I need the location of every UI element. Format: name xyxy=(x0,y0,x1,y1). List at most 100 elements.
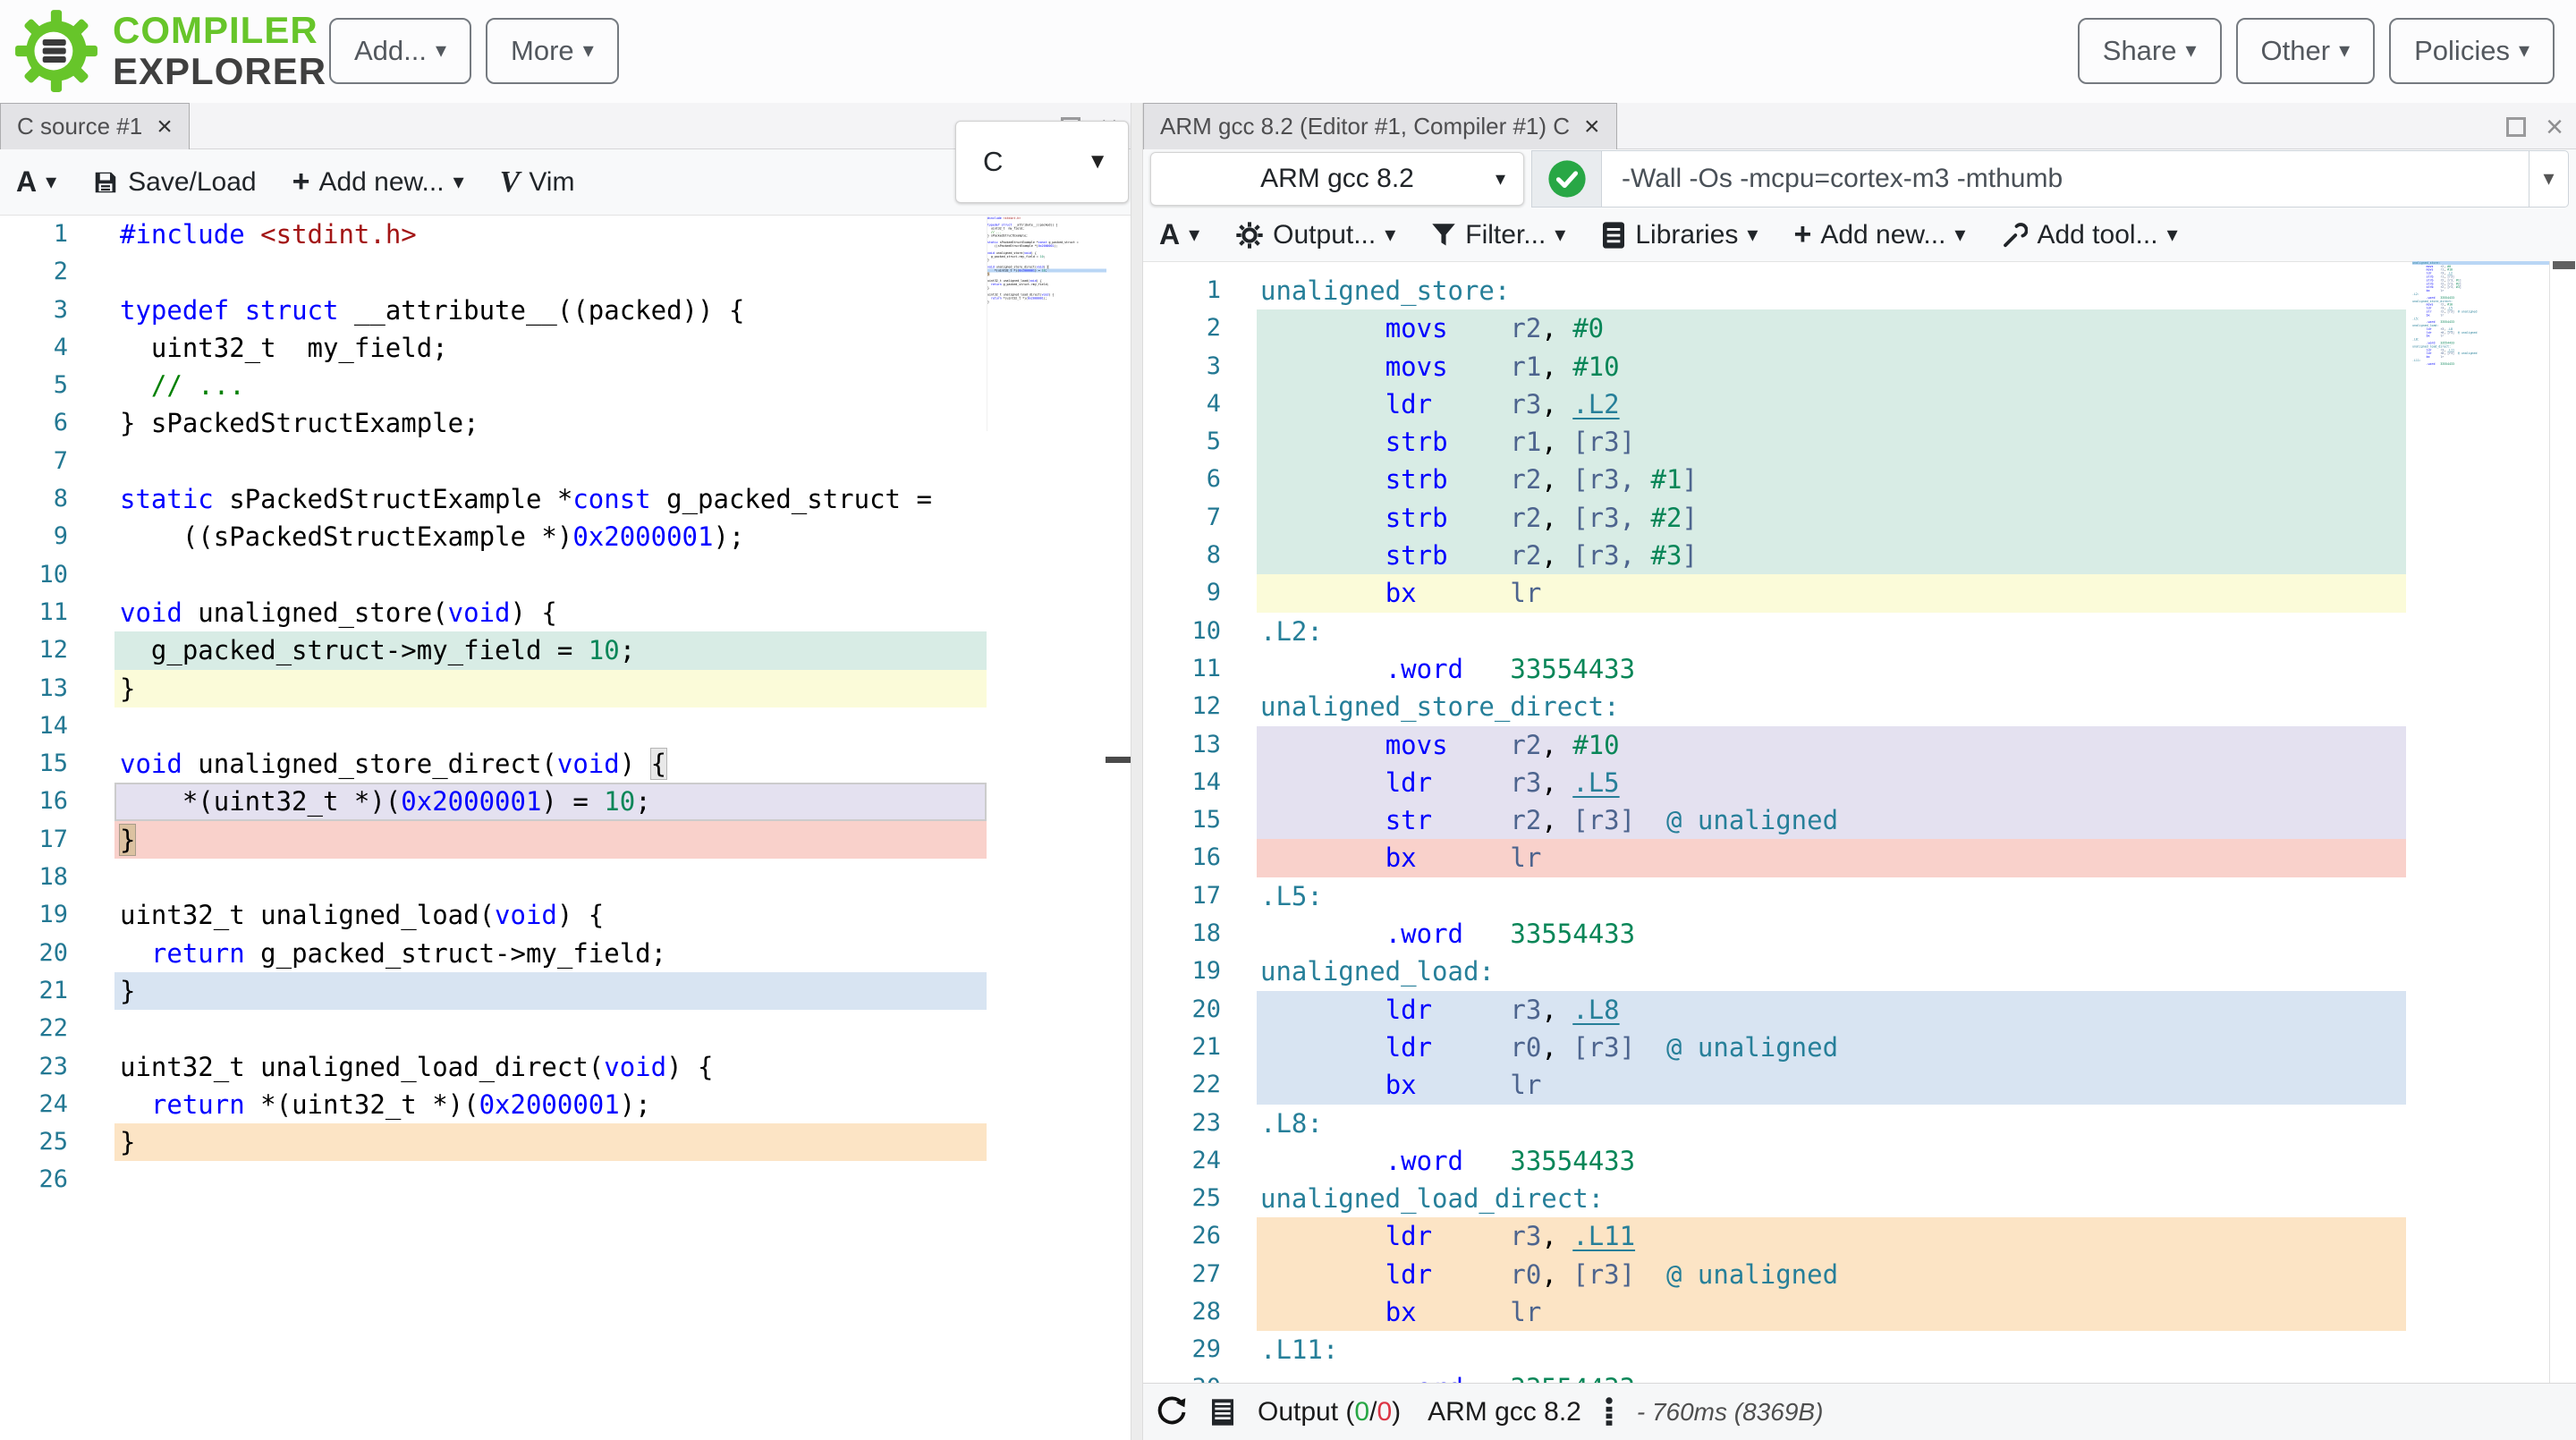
compiler-explorer-logo[interactable]: COMPILER EXPLORER xyxy=(13,7,326,95)
compiler-options-input[interactable] xyxy=(1601,150,2529,208)
tab-c-source[interactable]: C source #1 × xyxy=(0,103,190,149)
code-line[interactable]: 2 movs r2, #0 xyxy=(1143,309,2576,347)
code-line[interactable]: 26 ldr r3, .L11 xyxy=(1143,1217,2576,1255)
code-line[interactable]: 16 bx lr xyxy=(1143,839,2576,877)
language-select[interactable]: C ▼ xyxy=(955,121,1129,203)
code-line[interactable]: 3typedef struct __attribute__((packed)) … xyxy=(0,292,1131,329)
compiler-picker[interactable]: ARM gcc 8.2 ▾ xyxy=(1150,152,1524,206)
code-line[interactable]: 11void unaligned_store(void) { xyxy=(0,594,1131,631)
code-line[interactable]: 19uint32_t unaligned_load(void) { xyxy=(0,896,1131,934)
code-line[interactable]: 24 return *(uint32_t *)(0x2000001); xyxy=(0,1086,1131,1123)
code-line[interactable]: 15void unaligned_store_direct(void) { xyxy=(0,745,1131,783)
pane-splitter[interactable] xyxy=(1131,103,1143,1440)
compiler-info-button[interactable] xyxy=(1603,1397,1615,1427)
assembly-output-editor[interactable]: 1unaligned_store:2 movs r2, #03 movs r1,… xyxy=(1143,261,2576,1383)
code-line[interactable]: 4 ldr r3, .L2 xyxy=(1143,385,2576,423)
more-menu-button[interactable]: More ▾ xyxy=(486,18,619,84)
close-icon[interactable]: × xyxy=(2546,112,2563,142)
logo-line2: EXPLORER xyxy=(113,51,326,92)
filter-button[interactable]: Filter... ▾ xyxy=(1431,220,1565,250)
code-line[interactable]: 27 ldr r0, [r3] @ unaligned xyxy=(1143,1256,2576,1293)
code-line[interactable]: 23uint32_t unaligned_load_direct(void) { xyxy=(0,1048,1131,1086)
code-line[interactable]: 12unaligned_store_direct: xyxy=(1143,688,2576,725)
code-line[interactable]: 16 *(uint32_t *)(0x2000001) = 10; xyxy=(0,783,1131,820)
font-size-button[interactable]: A ▾ xyxy=(16,165,56,199)
code-line[interactable]: 17.L5: xyxy=(1143,877,2576,915)
source-code-editor[interactable]: 1#include <stdint.h>23typedef struct __a… xyxy=(0,215,1131,1440)
output-count[interactable]: Output (0/0) xyxy=(1258,1397,1401,1427)
code-line[interactable]: 22 xyxy=(0,1010,1131,1047)
assembly-scrollbar[interactable] xyxy=(2549,261,2576,1383)
code-line[interactable]: 6} sPackedStructExample; xyxy=(0,404,1131,442)
code-line[interactable]: 19unaligned_load: xyxy=(1143,953,2576,990)
code-line[interactable]: 3 movs r1, #10 xyxy=(1143,348,2576,385)
code-line[interactable]: 23.L8: xyxy=(1143,1105,2576,1142)
add-tool-button[interactable]: Add tool... ▾ xyxy=(2001,220,2177,250)
code-line[interactable]: 17} xyxy=(0,821,1131,859)
code-line[interactable]: 6 strb r2, [r3, #1] xyxy=(1143,461,2576,498)
scrollbar-thumb[interactable] xyxy=(2553,261,2575,269)
source-minimap[interactable]: #include <stdint.h>typedef struct __attr… xyxy=(987,216,1106,431)
font-size-label: A xyxy=(1159,218,1180,251)
code-line[interactable]: 7 strb r2, [r3, #2] xyxy=(1143,499,2576,537)
code-line[interactable]: 24 .word 33554433 xyxy=(1143,1142,2576,1180)
code-line[interactable]: 5 strb r1, [r3] xyxy=(1143,423,2576,461)
code-line[interactable]: 20 return g_packed_struct->my_field; xyxy=(0,935,1131,972)
code-line[interactable]: 29.L11: xyxy=(1143,1331,2576,1368)
code-line[interactable]: 30 .word 33554433 xyxy=(1143,1369,2576,1383)
code-line[interactable]: 14 ldr r3, .L5 xyxy=(1143,764,2576,801)
splitter-drag-handle[interactable] xyxy=(1106,757,1131,763)
code-line[interactable]: 8 strb r2, [r3, #3] xyxy=(1143,537,2576,574)
code-line[interactable]: 20 ldr r3, .L8 xyxy=(1143,991,2576,1029)
add-menu-button[interactable]: Add... ▾ xyxy=(329,18,471,84)
other-menu-button[interactable]: Other ▾ xyxy=(2236,18,2376,84)
add-new-button[interactable]: + Add new... ▾ xyxy=(292,165,464,199)
code-line[interactable]: 15 str r2, [r3] @ unaligned xyxy=(1143,801,2576,839)
output-toggle-button[interactable] xyxy=(1209,1398,1236,1427)
add-new-button[interactable]: + Add new... ▾ xyxy=(1793,217,1965,252)
code-line[interactable]: 2 xyxy=(0,253,1131,291)
line-number: 15 xyxy=(0,745,114,783)
close-icon[interactable]: × xyxy=(157,114,173,140)
code-line[interactable]: 4 uint32_t my_field; xyxy=(0,329,1131,367)
code-line[interactable]: 14 xyxy=(0,707,1131,745)
code-line[interactable]: 13 movs r2, #10 xyxy=(1143,726,2576,764)
maximize-icon[interactable] xyxy=(2506,117,2526,137)
close-icon[interactable]: × xyxy=(1584,114,1600,140)
code-line[interactable]: 9 ((sPackedStructExample *)0x2000001); xyxy=(0,518,1131,555)
language-select-value: C xyxy=(956,146,1087,178)
assembly-minimap[interactable]: unaligned_store: movs r2, #0 movs r1, #1… xyxy=(2412,261,2549,494)
recompile-button[interactable] xyxy=(1156,1396,1188,1428)
code-line[interactable]: 8static sPackedStructExample *const g_pa… xyxy=(0,480,1131,518)
share-menu-button[interactable]: Share ▾ xyxy=(2078,18,2222,84)
code-line[interactable]: 18 .word 33554433 xyxy=(1143,915,2576,953)
code-line[interactable]: 25unaligned_load_direct: xyxy=(1143,1180,2576,1217)
line-number: 22 xyxy=(0,1010,114,1047)
code-line[interactable]: 28 bx lr xyxy=(1143,1293,2576,1331)
code-line[interactable]: 18 xyxy=(0,859,1131,896)
vim-toggle-button[interactable]: V Vim xyxy=(500,165,575,199)
options-dropdown-toggle[interactable]: ▾ xyxy=(2529,150,2569,208)
libraries-button[interactable]: Libraries ▾ xyxy=(1601,220,1758,250)
code-line[interactable]: 12 g_packed_struct->my_field = 10; xyxy=(0,631,1131,669)
code-line[interactable]: 10.L2: xyxy=(1143,613,2576,650)
code-line[interactable]: 9 bx lr xyxy=(1143,574,2576,612)
code-line[interactable]: 10 xyxy=(0,556,1131,594)
code-line[interactable]: 5 // ... xyxy=(0,367,1131,404)
code-line[interactable]: 25} xyxy=(0,1123,1131,1161)
code-line[interactable]: 11 .word 33554433 xyxy=(1143,650,2576,688)
code-line[interactable]: 26 xyxy=(0,1161,1131,1199)
tab-compiler[interactable]: ARM gcc 8.2 (Editor #1, Compiler #1) C × xyxy=(1143,103,1617,149)
policies-menu-button[interactable]: Policies ▾ xyxy=(2389,18,2555,84)
font-size-button[interactable]: A ▾ xyxy=(1159,218,1199,251)
output-options-button[interactable]: Output... ▾ xyxy=(1235,220,1395,250)
save-load-button[interactable]: Save/Load xyxy=(92,167,256,198)
code-line[interactable]: 7 xyxy=(0,443,1131,480)
code-line[interactable]: 21 ldr r0, [r3] @ unaligned xyxy=(1143,1029,2576,1066)
funnel-icon xyxy=(1431,222,1456,249)
code-line[interactable]: 13} xyxy=(0,670,1131,707)
code-line[interactable]: 21} xyxy=(0,972,1131,1010)
code-line[interactable]: 1#include <stdint.h> xyxy=(0,216,1131,253)
code-line[interactable]: 22 bx lr xyxy=(1143,1066,2576,1104)
code-line[interactable]: 1unaligned_store: xyxy=(1143,272,2576,309)
